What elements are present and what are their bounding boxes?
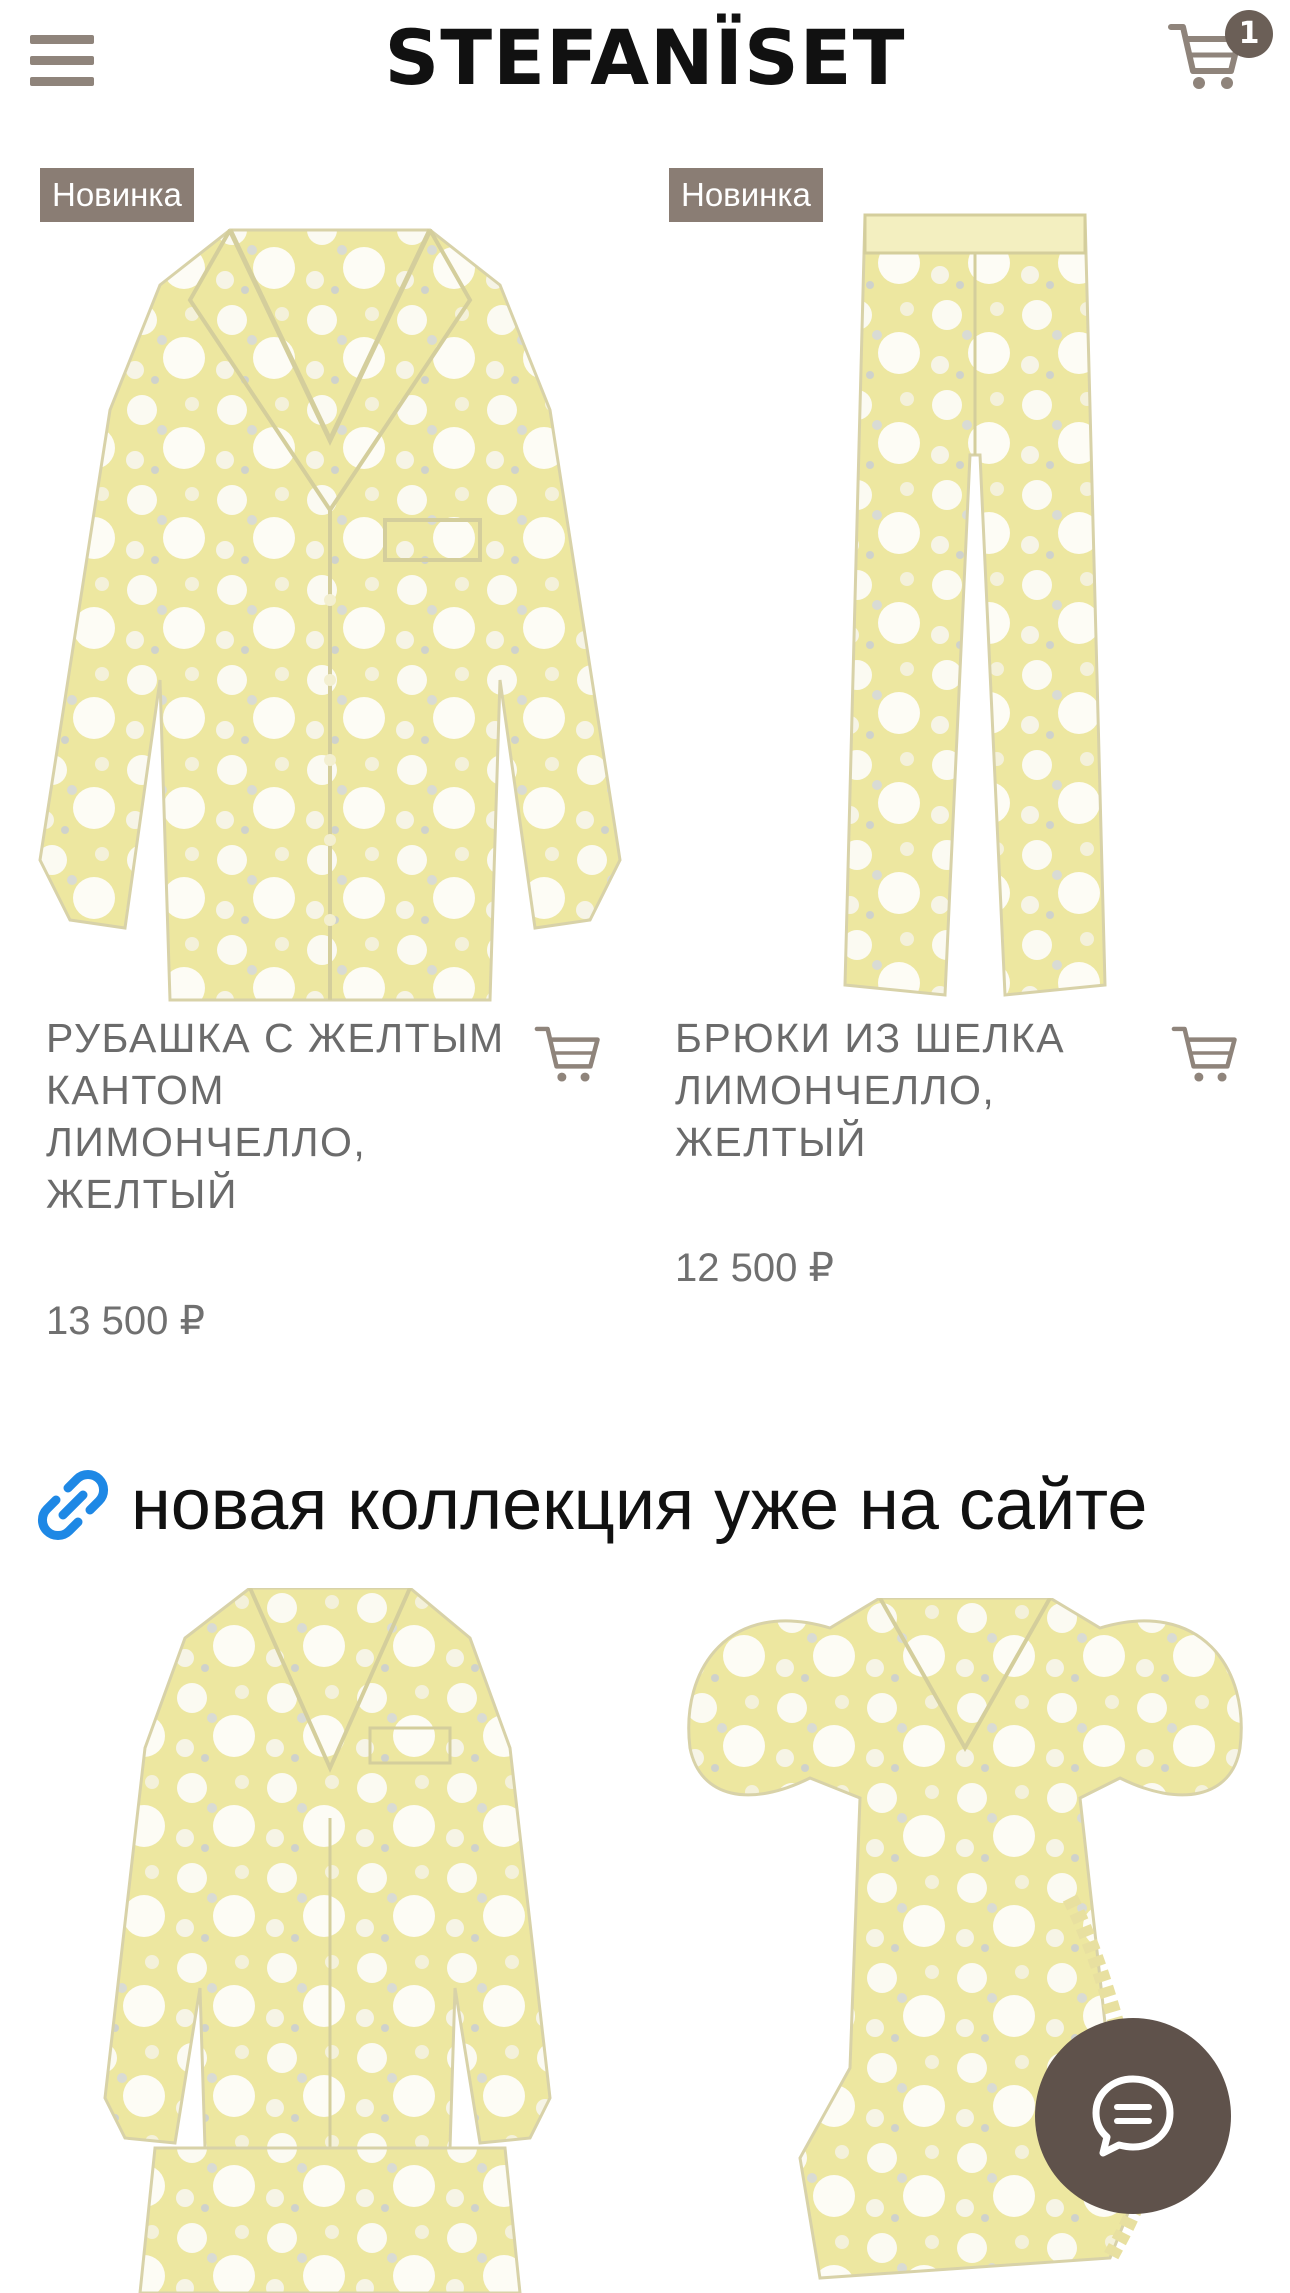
product-card-trousers[interactable]: Новинка БРЮКИ ИЗ ШЕЛКА ЛИМОНЧЕЛЛО, ЖЕЛТЫ… [645, 150, 1290, 1400]
chat-button[interactable] [1035, 2018, 1231, 2214]
product-image-pajama-set[interactable] [80, 1588, 575, 2293]
product-price: 12 500 ₽ [675, 1246, 834, 1290]
product-title[interactable]: РУБАШКА С ЖЕЛТЫМ КАНТОМ ЛИМОНЧЕЛЛО, ЖЕЛТ… [46, 1012, 516, 1220]
product-image-shirt[interactable] [30, 210, 630, 1010]
cart-count-badge: 1 [1225, 10, 1273, 58]
add-to-cart-icon[interactable] [1170, 1020, 1242, 1086]
hamburger-menu-icon[interactable] [30, 35, 94, 87]
link-icon [37, 1469, 109, 1541]
brand-logo[interactable]: STEFANÏSET [345, 14, 945, 102]
section-heading-text: новая коллекция уже на сайте [131, 1465, 1148, 1545]
new-badge: Новинка [669, 168, 823, 222]
product-card-shirt[interactable]: Новинка РУБАШКА С ЖЕЛТЫМ КАНТОМ ЛИМОНЧЕЛ… [0, 150, 645, 1400]
product-price: 13 500 ₽ [46, 1299, 205, 1343]
product-image-trousers[interactable] [835, 205, 1115, 1010]
add-to-cart-icon[interactable] [533, 1020, 605, 1086]
section-heading[interactable]: новая коллекция уже на сайте [35, 1455, 1147, 1555]
header: STEFANÏSET 1 [0, 0, 1290, 130]
product-title[interactable]: БРЮКИ ИЗ ШЕЛКА ЛИМОНЧЕЛЛО, ЖЕЛТЫЙ [675, 1012, 1145, 1168]
chat-bubble-icon [1092, 2075, 1174, 2157]
new-badge: Новинка [40, 168, 194, 222]
header-cart-button[interactable]: 1 [1165, 10, 1275, 90]
